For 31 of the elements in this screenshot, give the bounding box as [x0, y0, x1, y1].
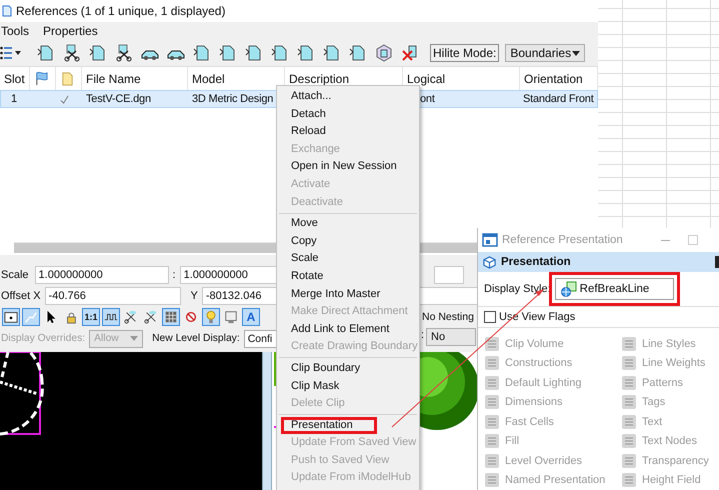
offset-y-label: Y — [190, 290, 198, 302]
view-flag-label: Line Styles — [642, 338, 696, 350]
view-flag-label: Constructions — [505, 357, 572, 370]
label-tail: : — [421, 329, 424, 341]
view-flag-label: Line Weights — [642, 357, 706, 370]
view-flag-label: Dimensions — [505, 396, 562, 408]
view-flag-label: Named Presentation — [505, 474, 606, 486]
view-flag-label: Text — [642, 416, 662, 428]
table-cell: Standard Front — [523, 93, 594, 105]
view-flag-label: Level Overrides — [505, 454, 582, 467]
window-title: References (1 of 1 unique, 1 displayed) — [16, 4, 226, 18]
display-overrides-label: Display Overrides: — [0, 333, 86, 344]
view-flag-label: Fast Cells — [505, 416, 554, 428]
hilite-mode-label: Hilite Mode: — [430, 44, 500, 62]
view-flag-label: Default Lighting — [505, 376, 582, 389]
table-cell: TestV-CE.dgn — [86, 93, 151, 105]
scale-label: Scale — [0, 268, 29, 280]
view-flag-label: Fill — [505, 435, 520, 448]
table-cell: 3D Metric Design — [192, 93, 274, 105]
view-flag-label: Patterns — [642, 376, 683, 389]
view-flag-label: Transparency — [642, 454, 709, 467]
view-flag-label: Text Nodes — [642, 435, 698, 448]
table-cell: 1 — [11, 93, 17, 105]
table-cell: ont — [420, 93, 435, 105]
view-flag-label: Tags — [642, 396, 666, 408]
view-flag-label: Height Field — [642, 474, 701, 486]
view-flag-label: Clip Volume — [505, 338, 564, 350]
new-level-display-label: New Level Display: — [151, 333, 240, 344]
window-title: Reference Presentation — [502, 234, 623, 246]
offset-x-label: Offset X — [0, 290, 41, 302]
ratio-separator: : — [172, 268, 176, 280]
